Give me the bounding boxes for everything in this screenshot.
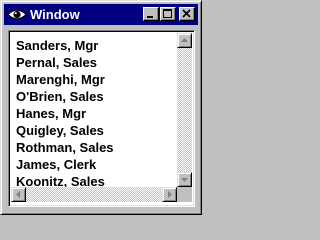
window-title: Window — [30, 7, 80, 22]
minimize-button[interactable] — [143, 7, 159, 21]
horizontal-scrollbar[interactable] — [11, 187, 177, 202]
list-item[interactable]: Marenghi, Mgr — [16, 71, 174, 88]
title-bar[interactable]: Window — [4, 4, 198, 25]
window: Window Sanders, Mgr Pernal, Sales Mareng… — [0, 0, 202, 215]
vertical-scrollbar[interactable] — [177, 33, 192, 187]
maximize-button[interactable] — [160, 7, 176, 21]
scroll-up-button[interactable] — [177, 33, 192, 48]
list-item[interactable]: Rothman, Sales — [16, 139, 174, 156]
eye-icon[interactable] — [7, 7, 27, 22]
list-items: Sanders, Mgr Pernal, Sales Marenghi, Mgr… — [16, 37, 174, 190]
scroll-down-button[interactable] — [177, 172, 192, 187]
scrollbar-corner — [177, 187, 192, 202]
list-item[interactable]: Sanders, Mgr — [16, 37, 174, 54]
close-button[interactable] — [179, 7, 195, 21]
list-item[interactable]: Quigley, Sales — [16, 122, 174, 139]
list-item[interactable]: Hanes, Mgr — [16, 105, 174, 122]
scroll-right-button[interactable] — [162, 187, 177, 202]
list-item[interactable]: O'Brien, Sales — [16, 88, 174, 105]
list-item[interactable]: Pernal, Sales — [16, 54, 174, 71]
scroll-left-button[interactable] — [11, 187, 26, 202]
employee-listbox[interactable]: Sanders, Mgr Pernal, Sales Marenghi, Mgr… — [8, 30, 195, 207]
list-item[interactable]: James, Clerk — [16, 156, 174, 173]
